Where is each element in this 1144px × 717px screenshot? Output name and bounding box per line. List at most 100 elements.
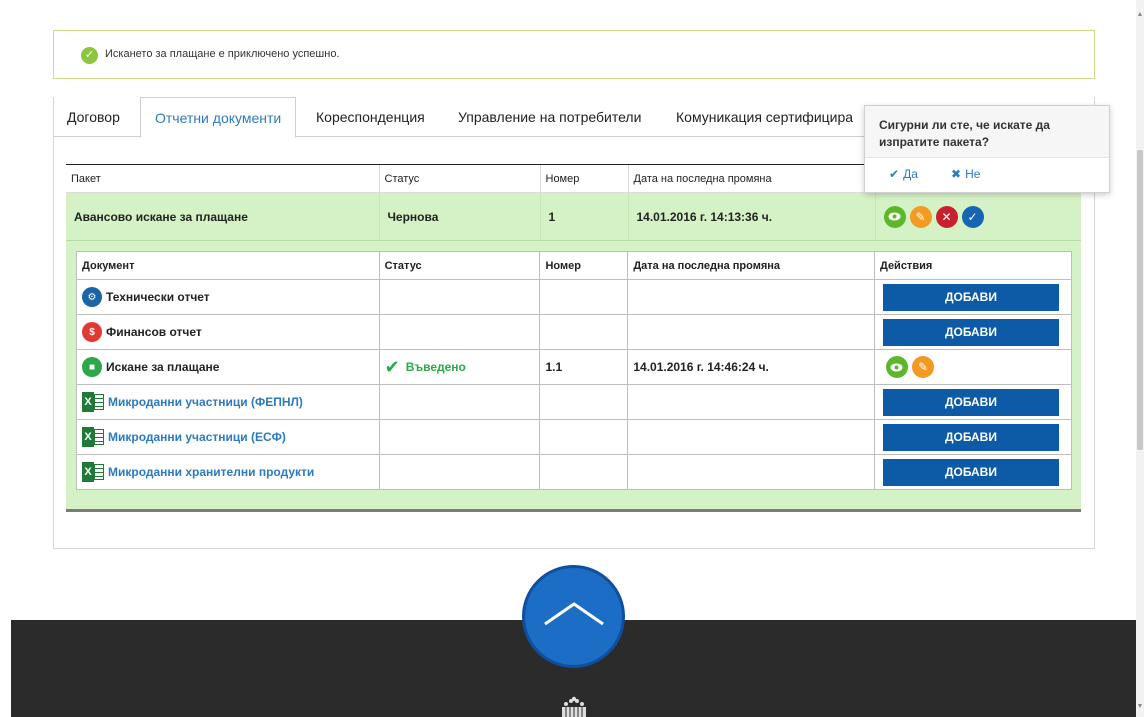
doc-action-cell: ДОБАВИ <box>873 314 1073 350</box>
add-button[interactable]: ДОБАВИ <box>882 423 1059 451</box>
package-status: Чернова <box>378 192 540 241</box>
col-number-header: Номер <box>539 164 628 193</box>
confirm-yes-button[interactable]: ✔ Да <box>889 167 918 181</box>
add-button[interactable]: ДОБАВИ <box>882 458 1059 486</box>
tab-user-management[interactable]: Управление на потребители <box>444 97 655 137</box>
financial-report-icon: $ <box>82 322 102 342</box>
table-row: X Микроданни хранителни продукти ДОБАВИ <box>76 454 1073 490</box>
view-eye-icon[interactable] <box>885 356 908 378</box>
success-alert: ✓ Искането за плащане е приключено успеш… <box>53 30 1095 79</box>
doc-date: 14.01.2016 г. 14:46:24 ч. <box>627 349 875 385</box>
send-check-icon[interactable]: ✓ <box>961 205 984 228</box>
confirm-no-button[interactable]: ✖ Не <box>951 167 980 181</box>
package-date: 14.01.2016 г. 14:13:36 ч. <box>627 192 875 241</box>
doc-number <box>539 384 629 420</box>
doc-name-cell: X Микроданни участници (ФЕПНЛ) <box>76 384 380 420</box>
page: ▲ ▼ ✓ Искането за плащане е приключено у… <box>0 0 1144 717</box>
edit-pencil-icon[interactable]: ✎ <box>911 356 934 378</box>
payment-request-icon: ■ <box>82 357 102 377</box>
check-icon: ✔ <box>889 167 900 181</box>
add-button[interactable]: ДОБАВИ <box>882 283 1059 311</box>
scroll-to-top-button[interactable] <box>522 565 625 668</box>
chevron-up-icon <box>544 602 604 626</box>
emblem-icon <box>562 696 586 717</box>
tab-certification-communication[interactable]: Комуникация сертифицира <box>662 97 866 137</box>
check-mark-icon: ✔ <box>384 356 400 377</box>
excel-file-icon: X <box>82 392 104 412</box>
doc-name-cell: $ Финансов отчет <box>76 314 380 350</box>
delete-close-icon[interactable]: ✕ <box>935 205 958 228</box>
doc-date <box>627 454 875 490</box>
no-label: Не <box>965 167 981 181</box>
popover-question: Сигурни ли сте, че искате да изпратите п… <box>879 118 1050 149</box>
doc-name-cell: X Микроданни участници (ЕСФ) <box>76 419 380 455</box>
table-row: X Микроданни участници (ЕСФ) ДОБАВИ <box>76 419 1073 455</box>
scroll-thumb[interactable] <box>1137 150 1143 450</box>
doc-number <box>539 279 629 315</box>
doc-number: 1.1 <box>539 349 629 385</box>
doc-name: Финансов отчет <box>106 325 202 339</box>
col-status-header: Статус <box>378 164 540 193</box>
documents-table: Документ Статус Номер Дата на последна п… <box>76 251 1073 490</box>
alert-message: Искането за плащане е приключено успешно… <box>105 48 340 60</box>
doc-col-actions-header: Действия <box>873 251 1073 280</box>
package-number: 1 <box>539 192 628 241</box>
popover-header: Сигурни ли сте, че искате да изпратите п… <box>865 106 1109 158</box>
package-row: Авансово искане за плащане Чернова 1 14.… <box>66 192 1081 241</box>
doc-status: Въведено <box>405 360 466 374</box>
doc-col-status-header: Статус <box>378 251 541 280</box>
doc-link[interactable]: Микроданни участници (ЕСФ) <box>108 430 286 444</box>
table-row: $ Финансов отчет ДОБАВИ <box>76 314 1073 350</box>
doc-status-cell: ✔ Въведено <box>378 349 541 385</box>
doc-name: Технически отчет <box>106 290 210 304</box>
doc-col-document-header: Документ <box>76 251 380 280</box>
table-row: ■ Искане за плащане ✔ Въведено 1.1 14.01… <box>76 349 1073 385</box>
doc-status <box>378 419 541 455</box>
doc-status <box>378 454 541 490</box>
doc-action-cell: ДОБАВИ <box>873 279 1073 315</box>
doc-status <box>378 314 541 350</box>
doc-link[interactable]: Микроданни участници (ФЕПНЛ) <box>108 395 303 409</box>
documents-container: Документ Статус Номер Дата на последна п… <box>66 240 1081 512</box>
doc-name-cell: X Микроданни хранителни продукти <box>76 454 380 490</box>
scroll-down-arrow-icon[interactable]: ▼ <box>1136 703 1144 710</box>
doc-action-cell: ДОБАВИ <box>873 419 1073 455</box>
tab-contract[interactable]: Договор <box>53 97 134 137</box>
table-row: X Микроданни участници (ФЕПНЛ) ДОБАВИ <box>76 384 1073 420</box>
doc-col-number-header: Номер <box>539 251 629 280</box>
doc-action-cell: ДОБАВИ <box>873 384 1073 420</box>
excel-file-icon: X <box>82 427 104 447</box>
doc-date <box>627 384 875 420</box>
view-eye-icon[interactable] <box>883 205 906 228</box>
doc-name: Искане за плащане <box>106 360 220 374</box>
doc-name-cell: ■ Искане за плащане <box>76 349 380 385</box>
doc-action-cell: ДОБАВИ <box>873 454 1073 490</box>
check-circle-icon: ✓ <box>81 47 98 64</box>
confirm-send-popover: Сигурни ли сте, че искате да изпратите п… <box>864 105 1110 193</box>
doc-name-cell: ⚙ Технически отчет <box>76 279 380 315</box>
add-button[interactable]: ДОБАВИ <box>882 318 1059 346</box>
page-scrollbar[interactable]: ▲ ▼ <box>1136 0 1144 717</box>
package-actions: ✎ ✕ ✓ <box>874 192 1081 241</box>
tab-report-documents[interactable]: Отчетни документи <box>140 97 297 138</box>
doc-status <box>378 384 541 420</box>
doc-number <box>539 454 629 490</box>
table-row: ⚙ Технически отчет ДОБАВИ <box>76 279 1073 315</box>
col-package-header: Пакет <box>66 164 379 193</box>
add-button[interactable]: ДОБАВИ <box>882 388 1059 416</box>
tab-correspondence[interactable]: Кореспонденция <box>302 97 439 137</box>
package-name: Авансово искане за плащане <box>66 192 379 241</box>
excel-file-icon: X <box>82 462 104 482</box>
doc-number <box>539 314 629 350</box>
doc-date <box>627 314 875 350</box>
col-date-header: Дата на последна промяна <box>627 164 875 193</box>
doc-link[interactable]: Микроданни хранителни продукти <box>108 465 314 479</box>
technical-report-icon: ⚙ <box>82 287 102 307</box>
yes-label: Да <box>903 167 918 181</box>
doc-status <box>378 279 541 315</box>
scroll-up-arrow-icon[interactable]: ▲ <box>1136 11 1144 18</box>
doc-number <box>539 419 629 455</box>
edit-pencil-icon[interactable]: ✎ <box>909 205 932 228</box>
doc-col-date-header: Дата на последна промяна <box>627 251 875 280</box>
close-icon: ✖ <box>951 167 962 181</box>
